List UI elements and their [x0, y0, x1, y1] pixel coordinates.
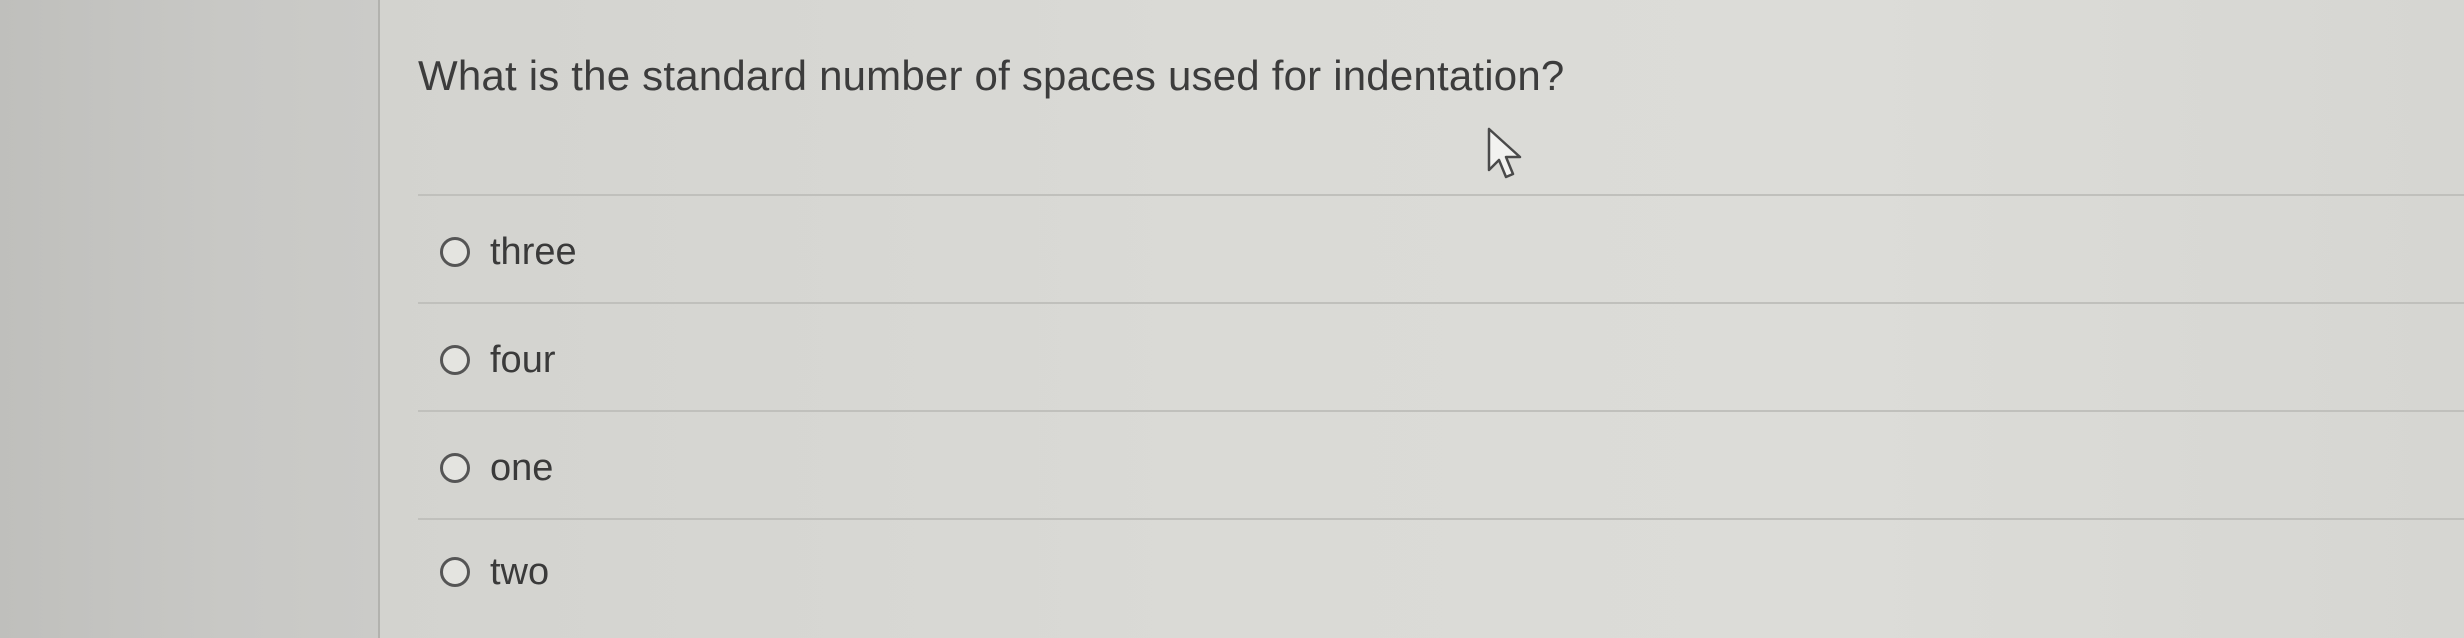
- option-label: three: [490, 230, 577, 273]
- radio-button[interactable]: [440, 453, 470, 483]
- option-label: four: [490, 338, 556, 381]
- radio-button[interactable]: [440, 237, 470, 267]
- option-three[interactable]: three: [440, 224, 577, 280]
- option-one[interactable]: one: [440, 440, 553, 496]
- question-text: What is the standard number of spaces us…: [418, 52, 1565, 99]
- option-two[interactable]: two: [440, 544, 549, 600]
- page-margin: [0, 0, 378, 638]
- divider: [418, 518, 2464, 520]
- radio-button[interactable]: [440, 345, 470, 375]
- option-label: two: [490, 550, 550, 593]
- divider: [418, 410, 2464, 412]
- radio-button[interactable]: [440, 557, 470, 587]
- divider: [418, 194, 2464, 196]
- divider: [418, 302, 2464, 304]
- option-label: one: [490, 446, 554, 489]
- option-four[interactable]: four: [440, 332, 555, 388]
- mouse-pointer-icon: [1487, 127, 1522, 179]
